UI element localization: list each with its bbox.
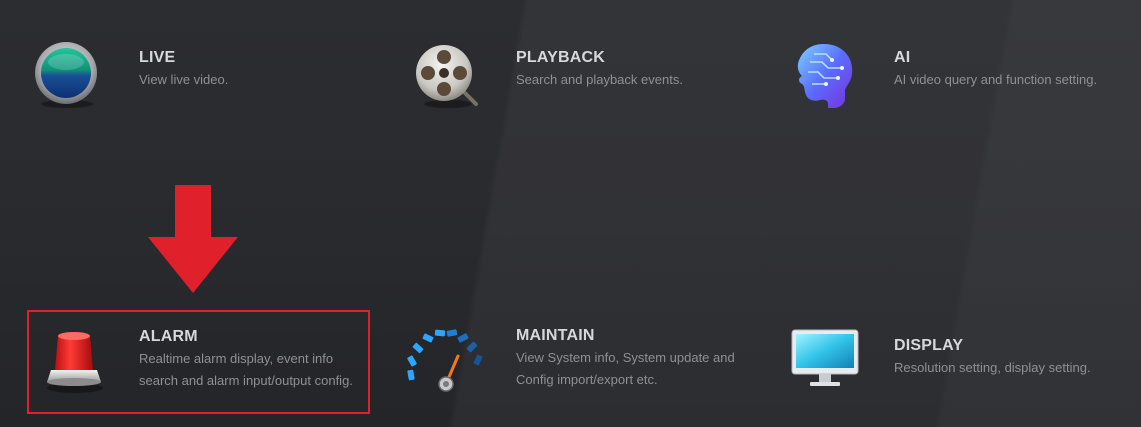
menu-tile-playback[interactable]: PLAYBACK Search and playback events. <box>410 40 740 120</box>
alarm-siren-icon <box>47 332 103 393</box>
menu-tile-ai[interactable]: AI AI video query and function setting. <box>788 38 1128 118</box>
alarm-description: Realtime alarm display, event info searc… <box>139 351 353 388</box>
menu-tile-display[interactable]: DISPLAY Resolution setting, display sett… <box>790 328 1130 398</box>
annotation-arrow <box>148 185 238 293</box>
menu-tile-maintain[interactable]: MAINTAIN View System info, System update… <box>404 318 744 408</box>
playback-title: PLAYBACK <box>516 49 606 66</box>
display-description: Resolution setting, display setting. <box>894 360 1091 375</box>
alarm-title: ALARM <box>139 328 198 345</box>
maintain-description: View System info, System update and Conf… <box>516 350 735 387</box>
live-title: LIVE <box>139 49 176 66</box>
ai-head-icon <box>797 44 853 108</box>
menu-tile-live[interactable]: LIVE View live video. <box>30 40 360 120</box>
maintain-title: MAINTAIN <box>516 327 595 344</box>
gauge-icon <box>407 329 483 392</box>
monitor-icon <box>791 329 859 386</box>
menu-tile-alarm[interactable]: ALARM Realtime alarm display, event info… <box>27 310 370 414</box>
film-reel-icon <box>416 45 478 108</box>
live-description: View live video. <box>139 72 229 87</box>
live-lens-icon <box>35 42 97 108</box>
ai-title: AI <box>894 49 911 66</box>
display-title: DISPLAY <box>894 337 964 354</box>
playback-description: Search and playback events. <box>516 72 683 87</box>
ai-description: AI video query and function setting. <box>894 72 1098 87</box>
